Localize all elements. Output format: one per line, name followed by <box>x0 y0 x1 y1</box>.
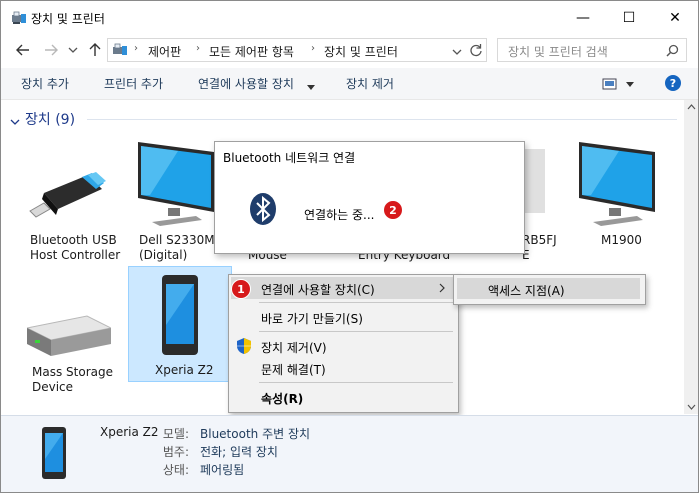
help-button[interactable]: ? <box>665 75 681 94</box>
phone-icon <box>42 427 66 479</box>
search-box[interactable]: 장치 및 프린터 검색 <box>497 38 687 62</box>
details-pane: Xperia Z2 모델: Bluetooth 주변 장치 범주: 전화; 입력… <box>1 415 698 492</box>
menu-item-create-shortcut[interactable]: 바로 가기 만들기(S) <box>261 310 363 327</box>
shield-icon <box>237 338 251 357</box>
group-collapse-icon[interactable] <box>10 115 20 129</box>
device-bluetooth-usb[interactable] <box>26 171 106 226</box>
forward-button[interactable] <box>41 39 61 61</box>
device-label: M1900 <box>601 233 642 247</box>
maximize-button[interactable]: ☐ <box>606 1 652 35</box>
menu-separator <box>259 331 453 332</box>
step-badge-2: 2 <box>383 200 403 220</box>
control-panel-icon <box>112 42 128 61</box>
dialog-title: Bluetooth 네트워크 연결 <box>223 151 356 165</box>
device-xperia-z2-selected[interactable]: Xperia Z2 <box>128 266 232 382</box>
vertical-scrollbar[interactable] <box>684 100 698 414</box>
refresh-icon <box>470 44 482 57</box>
device-label: Dell S2330MX (Digital) <box>139 233 223 262</box>
view-icon <box>602 78 634 90</box>
group-divider <box>87 119 677 120</box>
device-m1900-monitor[interactable] <box>579 142 661 229</box>
usb-dongle-icon <box>29 172 106 218</box>
device-dell-monitor[interactable] <box>138 142 220 229</box>
breadcrumb-devices-printers[interactable]: 장치 및 프린터 <box>324 43 398 60</box>
group-count: (9) <box>55 112 76 128</box>
devices-and-printers-window: 장치 및 프린터 — ☐ ✕ › 제어판 › 모든 제어판 항목 › 장치 및 … <box>0 0 699 493</box>
devices-printers-icon <box>11 10 27 29</box>
device-label: RB5FJ E <box>522 233 557 262</box>
bluetooth-connect-dialog: Bluetooth 네트워크 연결 연결하는 중... <box>214 141 525 254</box>
details-category-label: 범주: <box>162 445 189 459</box>
device-label: Xperia Z2 <box>155 363 214 377</box>
window-title: 장치 및 프린터 <box>31 12 105 26</box>
breadcrumb-separator-icon: › <box>134 43 138 54</box>
add-device-button[interactable]: 장치 추가 <box>21 75 69 92</box>
context-menu: 연결에 사용할 장치(C) 바로 가기 만들기(S) 장치 제거(V) 문제 해… <box>228 274 459 413</box>
menu-item-troubleshoot[interactable]: 문제 해결(T) <box>261 361 326 378</box>
monitor-icon <box>579 142 655 226</box>
menu-item-properties[interactable]: 속성(R) <box>261 390 303 407</box>
close-button[interactable]: ✕ <box>652 1 698 35</box>
up-button[interactable] <box>85 39 105 61</box>
breadcrumb-separator-icon: › <box>311 43 315 54</box>
device-label: Mass Storage Device <box>32 365 113 394</box>
details-status-label: 상태: <box>162 463 189 477</box>
back-button[interactable] <box>13 39 33 61</box>
connect-using-submenu: 액세스 지점(A) <box>453 274 646 305</box>
details-category-value: 전화; 입력 장치 <box>200 445 278 459</box>
chevron-down-icon <box>452 49 462 55</box>
submenu-item-access-point[interactable]: 액세스 지점(A) <box>488 282 565 299</box>
search-placeholder: 장치 및 프린터 검색 <box>508 45 608 59</box>
close-icon: ✕ <box>669 10 681 26</box>
breadcrumb-separator-icon: › <box>196 43 200 54</box>
scroll-up-icon[interactable] <box>687 104 696 110</box>
svg-text:?: ? <box>670 77 676 90</box>
title-bar: 장치 및 프린터 — ☐ ✕ <box>1 1 698 35</box>
group-title: 장치 <box>25 112 51 128</box>
scroll-down-icon[interactable] <box>687 404 696 410</box>
bluetooth-icon <box>250 193 276 225</box>
address-bar[interactable]: › 제어판 › 모든 제어판 항목 › 장치 및 프린터 <box>107 38 487 62</box>
maximize-icon: ☐ <box>622 10 636 26</box>
remove-device-button[interactable]: 장치 제거 <box>346 75 394 92</box>
menu-item-remove-device[interactable]: 장치 제거(V) <box>261 339 327 356</box>
breadcrumb-control-panel[interactable]: 제어판 <box>148 43 181 60</box>
add-printer-button[interactable]: 프린터 추가 <box>104 75 163 92</box>
phone-icon <box>162 275 198 355</box>
submenu-arrow-icon <box>439 282 445 296</box>
details-status-value: 페어링됨 <box>200 463 245 477</box>
connecting-message: 연결하는 중... <box>304 208 375 222</box>
monitor-icon <box>138 142 214 226</box>
search-icon[interactable] <box>666 44 679 60</box>
back-arrow-icon <box>16 44 29 56</box>
chevron-down-icon <box>68 47 78 53</box>
minimize-icon: — <box>576 10 590 26</box>
help-icon: ? <box>665 75 681 91</box>
chevron-down-icon <box>307 80 315 94</box>
command-bar: 장치 추가 프린터 추가 연결에 사용할 장치 장치 제거 ? <box>1 68 698 100</box>
minimize-button[interactable]: — <box>560 1 606 35</box>
device-label: Bluetooth USB Host Controller <box>30 233 121 262</box>
address-dropdown-button[interactable] <box>452 45 462 59</box>
breadcrumb-all-items[interactable]: 모든 제어판 항목 <box>209 43 294 60</box>
recent-locations-button[interactable] <box>63 39 83 61</box>
connect-using-button[interactable]: 연결에 사용할 장치 <box>198 75 294 92</box>
menu-separator <box>259 382 453 383</box>
hard-drive-icon <box>25 315 113 356</box>
menu-item-connect-using[interactable]: 연결에 사용할 장치(C) <box>261 281 375 298</box>
details-model-value: Bluetooth 주변 장치 <box>200 427 311 441</box>
device-mass-storage[interactable] <box>25 314 113 359</box>
view-options-button[interactable] <box>602 77 634 94</box>
details-model-label: 모델: <box>162 427 189 441</box>
step-badge-1: 1 <box>231 279 251 299</box>
refresh-button[interactable] <box>469 43 483 60</box>
up-arrow-icon <box>89 43 101 56</box>
forward-arrow-icon <box>45 44 58 56</box>
group-header[interactable]: 장치 (9) <box>25 109 75 129</box>
menu-separator <box>259 302 453 303</box>
